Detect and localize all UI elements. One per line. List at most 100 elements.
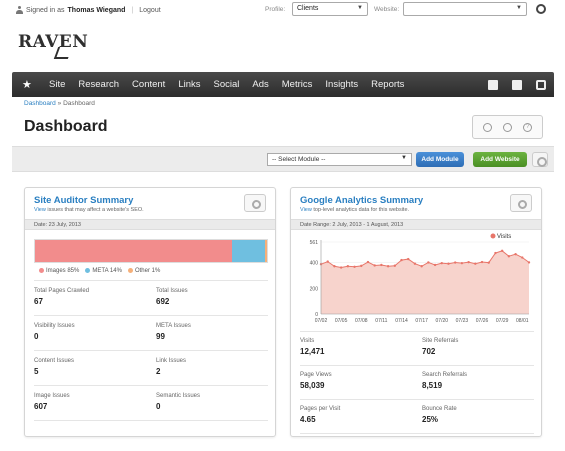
profile-label: Profile: [265,6,286,13]
issue-composition-bar [34,239,268,263]
raven-logo[interactable]: RAVEN [18,32,88,52]
top-bar: Signed in as Thomas Wiegand | Logout Pro… [0,0,565,20]
page-tools: ? [472,115,543,139]
stat-pages-per-visit: Pages per Visit 4.65 [300,406,341,424]
nav-social[interactable]: Social [214,79,240,90]
google-analytics-sub-text: top-level analytics data for this websit… [313,207,410,213]
chevron-down-icon: ▼ [357,5,363,11]
add-website-button[interactable]: Add Website [473,152,527,167]
visits-point [480,260,484,264]
site-auditor-panel: Site Auditor Summary View issues that ma… [24,187,276,437]
x-tick-label: 07/05 [335,318,348,324]
visits-point [467,260,470,264]
module-bar: -- Select Module -- ▼ Add Module Add Web… [12,146,554,172]
visits-point [460,261,464,265]
visits-area [321,250,529,314]
inbox-icon[interactable] [482,122,492,132]
visits-point [487,261,490,264]
site-auditor-date: Date: 23 July, 2013 [25,219,275,230]
bookmark-icon[interactable] [488,79,498,90]
site-auditor-title[interactable]: Site Auditor Summary [34,195,133,206]
stat-content-issues: Content Issues 5 [34,358,75,376]
stat-bounce-rate: Bounce Rate 25% [422,406,457,424]
module-settings-gear-icon[interactable] [532,152,548,167]
inbox-icon[interactable] [536,79,546,90]
stat-total-issues: Total Issues 692 [156,288,188,306]
main-nav: ★ Site Research Content Links Social Ads… [12,72,554,97]
x-tick-label: 07/26 [476,318,489,324]
bar-segment-meta [232,240,265,262]
site-auditor-gear-icon[interactable] [244,194,266,212]
module-select[interactable]: -- Select Module -- ▼ [267,153,412,166]
signed-in-info: Signed in as Thomas Wiegand | Logout [16,6,161,14]
add-module-button[interactable]: Add Module [416,152,464,167]
google-analytics-title[interactable]: Google Analytics Summary [300,195,423,206]
visits-point [353,265,356,268]
bar-segment-other [264,240,267,262]
google-analytics-view-link[interactable]: View [300,207,312,213]
stat-meta-issues: META Issues 99 [156,323,191,341]
visits-point [507,255,511,258]
visits-point [326,260,329,263]
site-auditor-sub-text: issues that may affect a website's SEO. [47,207,144,213]
legend-marker [490,233,496,239]
y-tick-label: 400 [310,261,319,267]
visits-point [453,261,457,264]
breadcrumb: Dashboard » Dashboard [24,100,95,107]
bar-segment-images [35,240,233,262]
signed-in-label: Signed in as [26,6,65,14]
nav-links[interactable]: Links [178,79,200,90]
raven-logo-mark [53,47,73,59]
visits-point [413,262,417,265]
separator: | [131,6,134,14]
breadcrumb-current: Dashboard [63,100,95,107]
visits-point [494,251,497,255]
visits-chart: 561 400 200 0 07/02 07/05 07/08 07/11 07/14 07/17… [297,232,535,327]
google-analytics-subtitle: View top-level analytics data for this w… [300,207,409,213]
x-tick-label: 07/29 [496,318,509,324]
nav-reports[interactable]: Reports [371,79,404,90]
nav-site[interactable]: Site [49,79,65,90]
divider [34,385,268,386]
tools-icon[interactable] [512,79,522,90]
stat-search-referrals: Search Referrals 8,519 [422,372,468,390]
stat-visits: Visits 12,471 [300,338,325,356]
google-analytics-date: Date Range: 2 July, 2013 - 1 August, 201… [291,219,541,230]
legend-item-other: Other 1% [127,268,160,274]
issue-legend: Images 85% META 14% Other 1% [39,268,160,274]
breadcrumb-home[interactable]: Dashboard [24,100,56,107]
nav-research[interactable]: Research [78,79,119,90]
nav-metrics[interactable]: Metrics [282,79,313,90]
visits-point [333,265,336,268]
google-analytics-gear-icon[interactable] [510,194,532,212]
visits-point [346,265,350,268]
stat-total-pages-crawled: Total Pages Crawled 67 [34,288,90,306]
site-auditor-subtitle: View issues that may affect a website's … [34,207,144,213]
nav-ads[interactable]: Ads [252,79,268,90]
stat-semantic-issues: Semantic Issues 0 [156,393,201,411]
comment-icon[interactable] [502,122,512,132]
visits-point [447,262,450,265]
profile-select[interactable]: Clients ▼ [292,2,368,16]
divider [300,365,534,366]
help-icon[interactable]: ? [523,122,533,132]
site-auditor-view-link[interactable]: View [34,207,46,213]
divider [34,315,268,316]
nav-content[interactable]: Content [132,79,165,90]
user-icon [16,6,23,14]
divider [300,399,534,400]
visits-point [366,260,370,264]
divider [34,350,268,351]
x-tick-label: 07/14 [395,318,408,324]
settings-gear-icon[interactable] [536,4,546,14]
visits-point [339,266,343,269]
nav-tools [488,79,546,90]
star-icon[interactable]: ★ [22,78,36,91]
logout-link[interactable]: Logout [139,7,160,14]
x-tick-label: 07/11 [375,318,387,324]
x-tick-label: 07/17 [415,318,428,324]
legend-item-images: Images 85% [39,268,79,274]
nav-insights[interactable]: Insights [325,79,358,90]
y-tick-label: 561 [310,240,319,246]
website-select[interactable]: ▼ [403,2,527,16]
